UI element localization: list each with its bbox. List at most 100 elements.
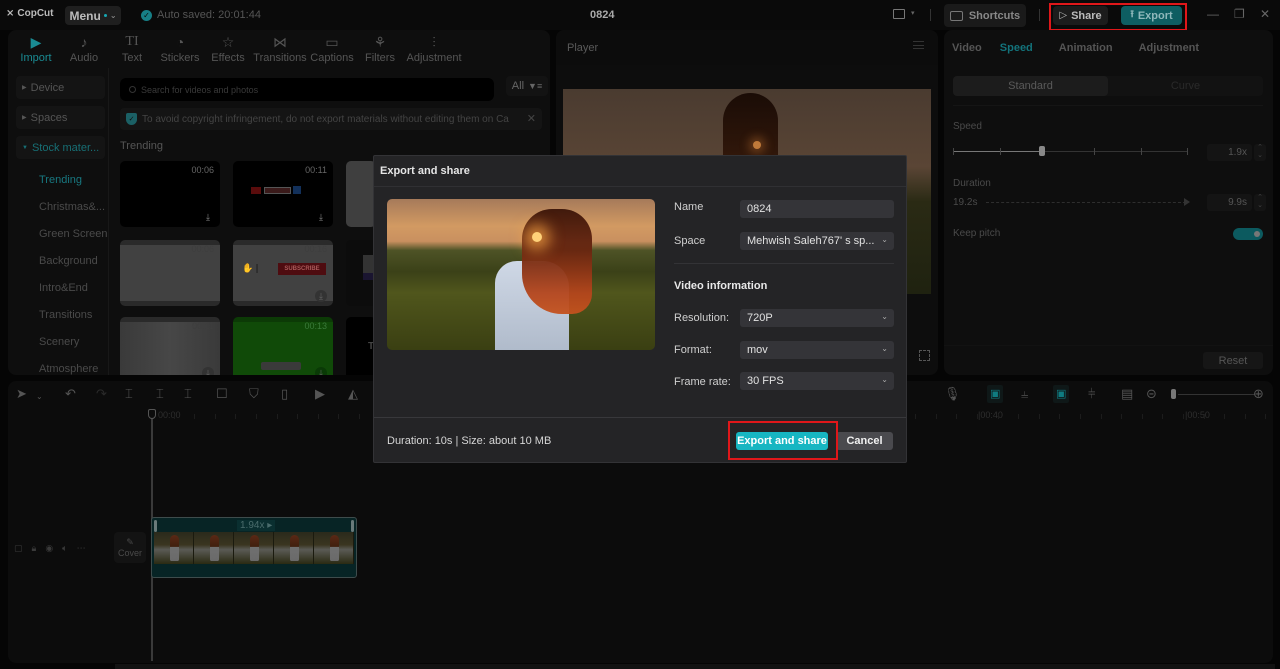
clip-trim-handle-left[interactable] bbox=[154, 520, 157, 532]
cancel-button[interactable]: Cancel bbox=[836, 432, 893, 450]
tab-animation[interactable]: Animation bbox=[1059, 42, 1113, 54]
tab-stickers[interactable]: ◔ Stickers bbox=[156, 30, 204, 68]
snap-icon[interactable]: ⫨ bbox=[1021, 387, 1028, 401]
mirror-icon[interactable]: ◭ bbox=[348, 387, 358, 401]
playhead-handle[interactable] bbox=[148, 409, 156, 419]
media-thumbnail[interactable]: T bbox=[346, 317, 376, 375]
media-thumbnail[interactable] bbox=[346, 240, 376, 306]
name-input[interactable]: 0824 bbox=[740, 200, 894, 218]
speed-slider-handle[interactable] bbox=[1039, 146, 1045, 156]
tab-adjustment[interactable]: Adjustment bbox=[1139, 42, 1200, 54]
media-thumbnail[interactable]: 00:11 ⤓ bbox=[233, 161, 333, 227]
track-video-icon[interactable]: ▢ bbox=[14, 543, 23, 554]
speed-slider[interactable] bbox=[953, 146, 1188, 156]
linkage-icon[interactable]: ▣ bbox=[1053, 385, 1070, 403]
lock-icon[interactable]: 🔒︎ bbox=[32, 543, 37, 554]
sidebar-item-scenery[interactable]: Scenery bbox=[16, 328, 106, 355]
sidebar-group-stock-materials[interactable]: ▼ Stock mater... bbox=[16, 136, 105, 159]
tab-effects[interactable]: ☆ Effects bbox=[204, 30, 252, 68]
stepper-icon[interactable]: ⌃ ⌄ bbox=[1254, 144, 1266, 161]
zoom-out-icon[interactable]: ⊝ bbox=[1146, 387, 1157, 401]
chevron-down-icon[interactable]: ⌄ bbox=[36, 390, 43, 404]
marker-icon[interactable]: ⛉ bbox=[249, 387, 259, 401]
menu-icon[interactable] bbox=[913, 41, 924, 49]
tab-audio[interactable]: ♪ Audio bbox=[60, 30, 108, 68]
freeze-frame-icon[interactable]: ▯ bbox=[281, 387, 288, 401]
media-thumbnail[interactable]: 00:13 ⤓ bbox=[233, 317, 333, 375]
sidebar-item-intro-end[interactable]: Intro&End bbox=[16, 274, 106, 301]
tab-filters[interactable]: ⚘ Filters bbox=[356, 30, 404, 68]
cover-button[interactable]: ✎ Cover bbox=[114, 532, 146, 563]
speaker-icon[interactable]: 🔈︎ bbox=[62, 543, 67, 554]
tab-adjustment[interactable]: ⫶ Adjustment bbox=[404, 30, 464, 68]
download-icon[interactable]: ⤓ bbox=[315, 367, 327, 375]
sidebar-item-christmas[interactable]: Christmas&... bbox=[16, 193, 106, 220]
tab-captions[interactable]: ▭ Captions bbox=[308, 30, 356, 68]
reset-button[interactable]: Reset bbox=[1203, 352, 1263, 369]
media-thumbnail[interactable]: 00:11 ⤓ bbox=[120, 317, 220, 375]
sidebar-item-background[interactable]: Background bbox=[16, 247, 106, 274]
sidebar-item-transitions[interactable]: Transitions bbox=[16, 301, 106, 328]
delete-icon[interactable]: ☐ bbox=[216, 387, 228, 401]
chevron-down-icon[interactable]: ▾ bbox=[911, 9, 915, 17]
ruler-tick bbox=[1244, 414, 1246, 419]
reverse-play-icon[interactable]: ▶ bbox=[315, 387, 325, 401]
space-select[interactable]: Mehwish Saleh767' s sp... ⌄ bbox=[740, 232, 894, 250]
layout-icon[interactable] bbox=[893, 9, 905, 19]
sidebar-item-atmosphere[interactable]: Atmosphere bbox=[16, 355, 106, 375]
split-right-icon[interactable]: ⌶ bbox=[184, 387, 192, 401]
stepper-icon[interactable]: ⌃ ⌄ bbox=[1254, 194, 1266, 211]
clip-trim-handle-right[interactable] bbox=[351, 520, 354, 532]
sidebar-group-spaces[interactable]: ▶ Spaces bbox=[16, 106, 105, 129]
video-clip[interactable]: 1.94x ▸ bbox=[151, 517, 357, 578]
undo-icon[interactable]: ↶ bbox=[65, 387, 76, 401]
timeline-zoom-handle[interactable] bbox=[1171, 389, 1176, 399]
split-icon[interactable]: ⌶ bbox=[125, 387, 133, 401]
media-thumbnail[interactable]: 00:06 ⤓ bbox=[120, 161, 220, 227]
select-cursor-icon[interactable]: ➤ bbox=[16, 387, 27, 401]
eye-icon[interactable]: ◉ bbox=[45, 543, 53, 554]
zoom-in-icon[interactable]: ⊕ bbox=[1253, 387, 1264, 401]
split-left-icon[interactable]: ⌶ bbox=[156, 387, 164, 401]
close-icon[interactable]: ✕ bbox=[527, 112, 536, 125]
redo-icon[interactable]: ↷ bbox=[96, 387, 107, 401]
speed-value-input[interactable]: 1.9x bbox=[1207, 144, 1252, 161]
tab-import[interactable]: ▶ Import bbox=[12, 30, 60, 68]
tab-video[interactable]: Video bbox=[952, 42, 982, 54]
sidebar-item-green-screen[interactable]: Green Screen bbox=[16, 220, 107, 247]
tab-transitions[interactable]: ⋈ Transitions bbox=[252, 30, 308, 68]
tab-text[interactable]: TI Text bbox=[108, 30, 156, 68]
horizontal-scrollbar[interactable] bbox=[115, 664, 1275, 669]
duration-value-input[interactable]: 9.9s bbox=[1207, 194, 1252, 211]
close-icon[interactable]: ✕ bbox=[1260, 7, 1270, 21]
split-screen-icon[interactable]: ⫩ bbox=[1088, 387, 1095, 401]
download-icon[interactable]: ⤓ bbox=[315, 290, 327, 302]
resolution-select[interactable]: 720P ⌄ bbox=[740, 309, 894, 327]
search-input[interactable]: Search for videos and photos bbox=[120, 78, 494, 101]
media-thumbnail[interactable]: 00:16 ✋❘ SUBSCRIBE ⤓ bbox=[233, 240, 333, 306]
download-icon[interactable]: ⤓ bbox=[202, 367, 214, 375]
mode-standard[interactable]: Standard bbox=[953, 76, 1108, 96]
keep-pitch-toggle[interactable] bbox=[1233, 228, 1263, 240]
minimize-icon[interactable]: — bbox=[1207, 7, 1219, 21]
media-thumbnail[interactable] bbox=[346, 161, 376, 227]
shortcuts-button[interactable]: Shortcuts bbox=[944, 4, 1026, 27]
sidebar-group-device[interactable]: ▶ Device bbox=[16, 76, 105, 99]
timeline-zoom-slider[interactable] bbox=[1178, 394, 1255, 395]
filter-button[interactable]: All ▼≡ bbox=[506, 76, 548, 96]
media-thumbnail[interactable]: 00:06 bbox=[120, 240, 220, 306]
magnet-link-icon[interactable]: ▣ bbox=[987, 385, 1004, 403]
download-icon[interactable]: ⤓ bbox=[202, 211, 214, 223]
restore-icon[interactable]: ❐ bbox=[1234, 7, 1245, 21]
preview-axis-icon[interactable]: ▤ bbox=[1121, 387, 1133, 401]
format-select[interactable]: mov ⌄ bbox=[740, 341, 894, 359]
framerate-select[interactable]: 30 FPS ⌄ bbox=[740, 372, 894, 390]
menu-button[interactable]: Menu ⌄ bbox=[65, 6, 121, 25]
fullscreen-icon[interactable] bbox=[919, 350, 930, 361]
tab-speed[interactable]: Speed bbox=[1000, 42, 1033, 54]
microphone-icon[interactable]: 🎙 bbox=[944, 387, 961, 401]
mode-curve[interactable]: Curve bbox=[1108, 76, 1263, 96]
more-icon[interactable]: ⋯ bbox=[77, 543, 86, 554]
download-icon[interactable]: ⤓ bbox=[315, 211, 327, 223]
sidebar-item-trending[interactable]: Trending bbox=[16, 166, 106, 193]
